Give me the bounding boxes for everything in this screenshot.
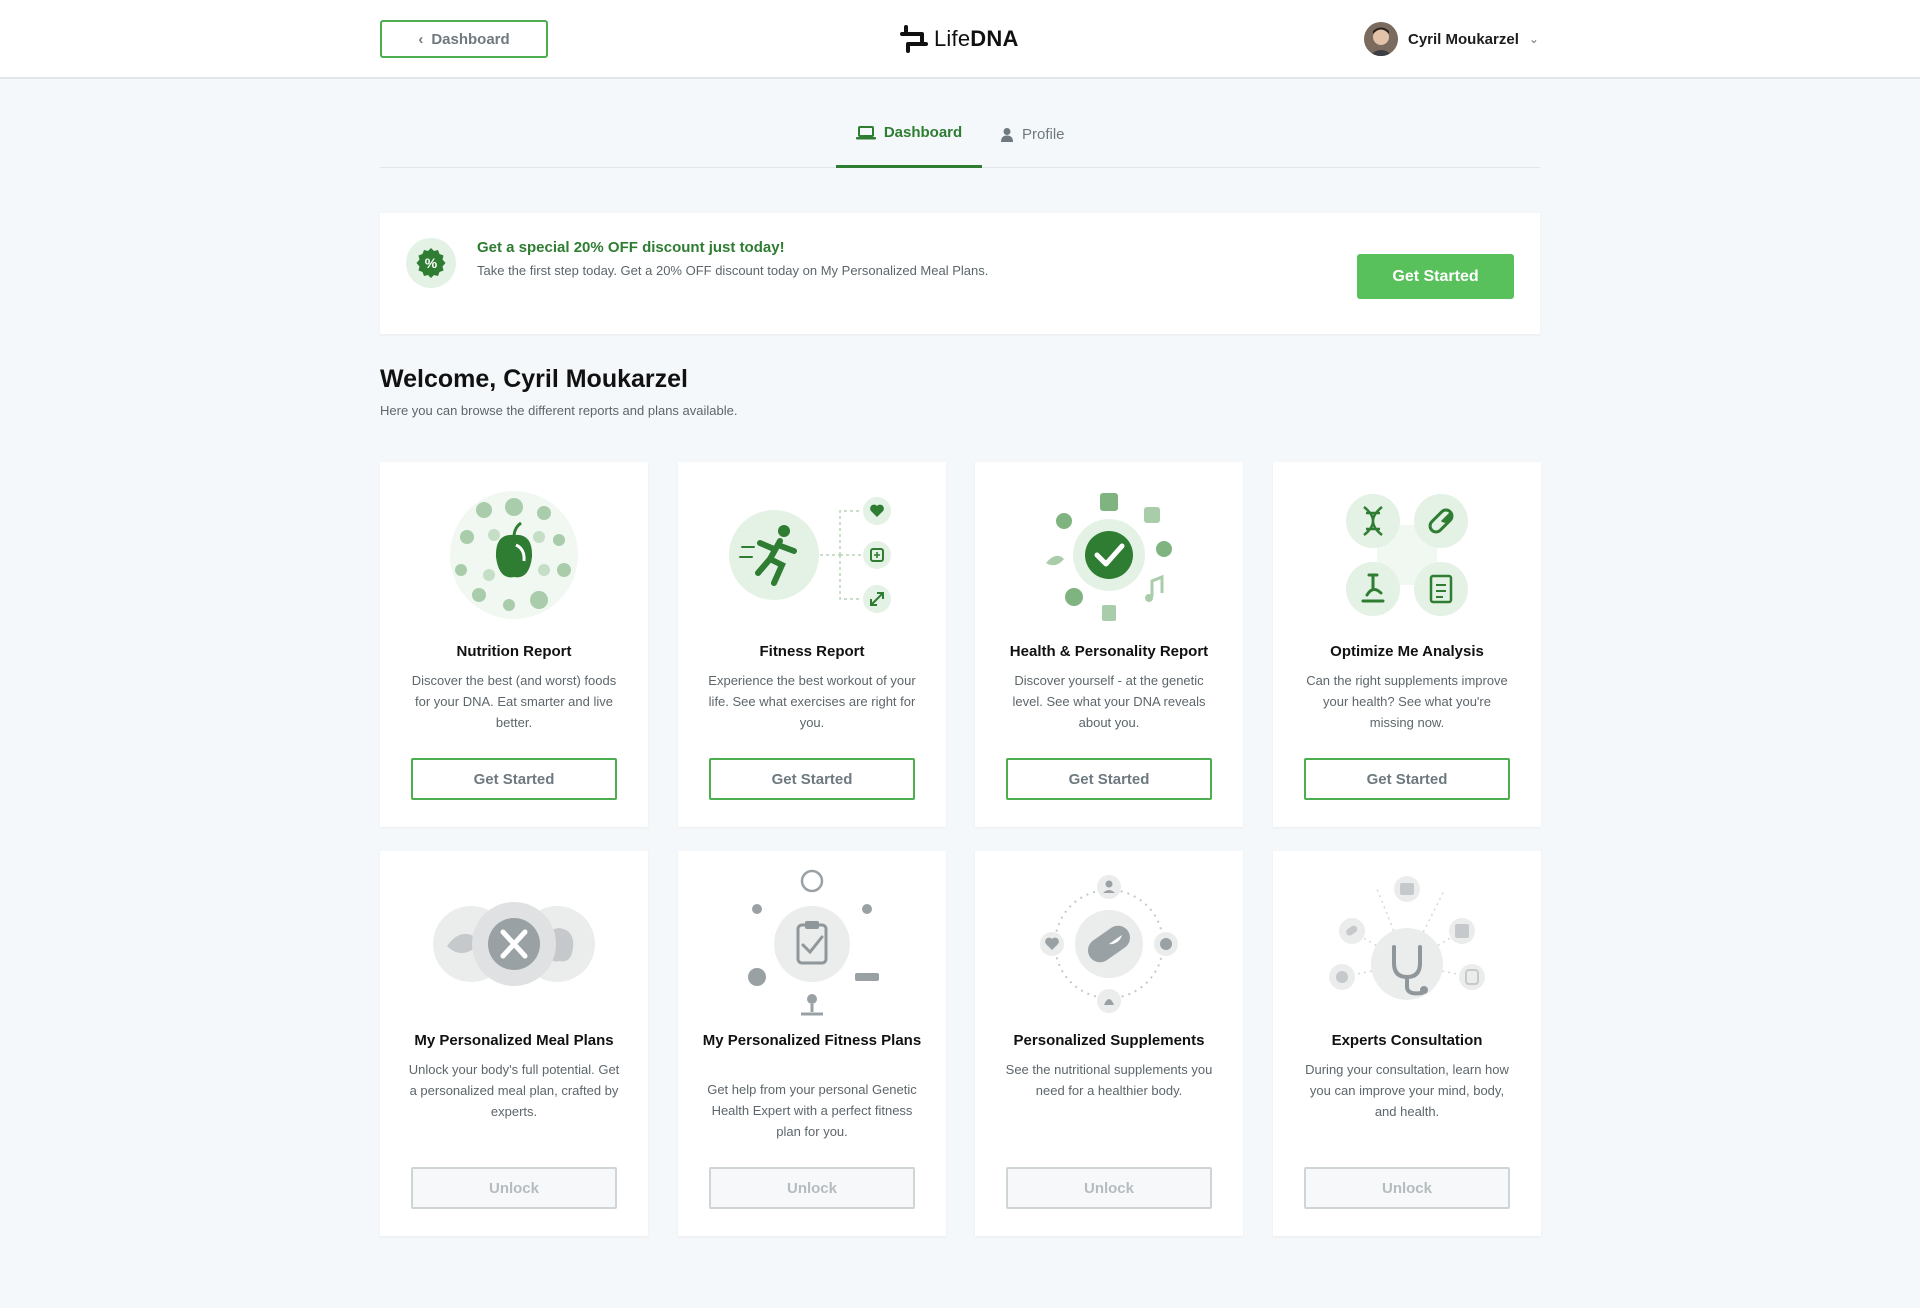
card-title: Health & Personality Report (1009, 643, 1209, 660)
nutrition-illustration-icon (380, 480, 648, 630)
card-personalized-fitness-plans: My Personalized Fitness Plans Get help f… (678, 851, 946, 1236)
card-optimize-me-analysis: Optimize Me Analysis Can the right suppl… (1273, 462, 1541, 827)
top-bar: ‹ Dashboard LifeDNA Cyril Moukarzel ⌄ (0, 0, 1920, 79)
chevron-down-icon[interactable]: ⌄ (1529, 32, 1539, 46)
meal-plans-unlock-button[interactable]: Unlock (411, 1167, 617, 1209)
card-description: Can the right supplements improve your h… (1306, 673, 1508, 730)
page-subtitle: Here you can browse the different report… (380, 403, 738, 418)
percent-badge-icon: % (406, 238, 456, 288)
card-description: Discover yourself - at the genetic level… (1012, 673, 1206, 730)
tab-profile-label: Profile (1022, 125, 1065, 143)
card-personalized-meal-plans: My Personalized Meal Plans Unlock your b… (380, 851, 648, 1236)
card-title: Personalized Supplements (1013, 1032, 1205, 1049)
fitness-plans-unlock-button[interactable]: Unlock (709, 1167, 915, 1209)
logo-text: LifeDNA (934, 26, 1019, 51)
card-nutrition-report: Nutrition Report Discover the best (and … (380, 462, 648, 827)
consultation-illustration-icon (1273, 869, 1541, 1019)
nutrition-get-started-button[interactable]: Get Started (411, 758, 617, 800)
promo-banner: % Get a special 20% OFF discount just to… (380, 213, 1540, 334)
tab-profile[interactable]: Profile (1000, 100, 1065, 168)
health-illustration-icon (975, 480, 1243, 630)
user-icon (1001, 127, 1013, 142)
chevron-left-icon: ‹ (418, 30, 424, 48)
back-button-label: Dashboard (431, 30, 510, 48)
card-title: My Personalized Meal Plans (414, 1032, 614, 1049)
promo-description: Take the first step today. Get a 20% OFF… (477, 263, 989, 278)
fitness-get-started-button[interactable]: Get Started (709, 758, 915, 800)
promo-get-started-button[interactable]: Get Started (1357, 254, 1514, 299)
card-description: See the nutritional supplements you need… (1005, 1062, 1213, 1098)
card-fitness-report: Fitness Report Experience the best worko… (678, 462, 946, 827)
card-description: Discover the best (and worst) foods for … (411, 673, 617, 730)
card-health-personality-report: Health & Personality Report Discover you… (975, 462, 1243, 827)
tab-dashboard[interactable]: Dashboard (836, 100, 982, 168)
back-to-dashboard-button[interactable]: ‹ Dashboard (380, 20, 548, 58)
meal-plan-illustration-icon (380, 869, 648, 1019)
page-title: Welcome, Cyril Moukarzel (380, 365, 688, 393)
card-description: Get help from your personal Genetic Heal… (707, 1082, 917, 1139)
dna-logo-icon (900, 25, 928, 53)
optimize-get-started-button[interactable]: Get Started (1304, 758, 1510, 800)
tab-dashboard-label: Dashboard (883, 124, 963, 141)
avatar (1364, 22, 1398, 56)
supplements-unlock-button[interactable]: Unlock (1006, 1167, 1212, 1209)
card-description: During your consultation, learn how you … (1305, 1062, 1509, 1119)
laptop-icon (855, 125, 876, 139)
consultation-unlock-button[interactable]: Unlock (1304, 1167, 1510, 1209)
card-title: Fitness Report (759, 643, 865, 660)
card-title: My Personalized Fitness Plans (702, 1032, 922, 1049)
card-title: Optimize Me Analysis (1330, 643, 1484, 660)
card-title: Nutrition Report (456, 643, 572, 660)
promo-title: Get a special 20% OFF discount just toda… (477, 239, 785, 256)
tab-bar: Dashboard Profile (380, 100, 1540, 168)
card-title: Experts Consultation (1331, 1032, 1483, 1049)
lifedna-logo[interactable]: LifeDNA (900, 24, 1019, 54)
svg-text:%: % (425, 255, 438, 271)
optimize-illustration-icon (1273, 480, 1541, 630)
supplements-illustration-icon (975, 869, 1243, 1019)
card-personalized-supplements: Personalized Supplements See the nutriti… (975, 851, 1243, 1236)
fitness-illustration-icon (678, 480, 946, 630)
card-description: Experience the best workout of your life… (708, 673, 916, 730)
user-menu[interactable]: Cyril Moukarzel ⌄ (1364, 22, 1539, 56)
card-description: Unlock your body's full potential. Get a… (408, 1062, 620, 1119)
fitness-plan-illustration-icon (678, 869, 946, 1019)
card-experts-consultation: Experts Consultation During your consult… (1273, 851, 1541, 1236)
user-name: Cyril Moukarzel (1408, 30, 1519, 48)
health-get-started-button[interactable]: Get Started (1006, 758, 1212, 800)
